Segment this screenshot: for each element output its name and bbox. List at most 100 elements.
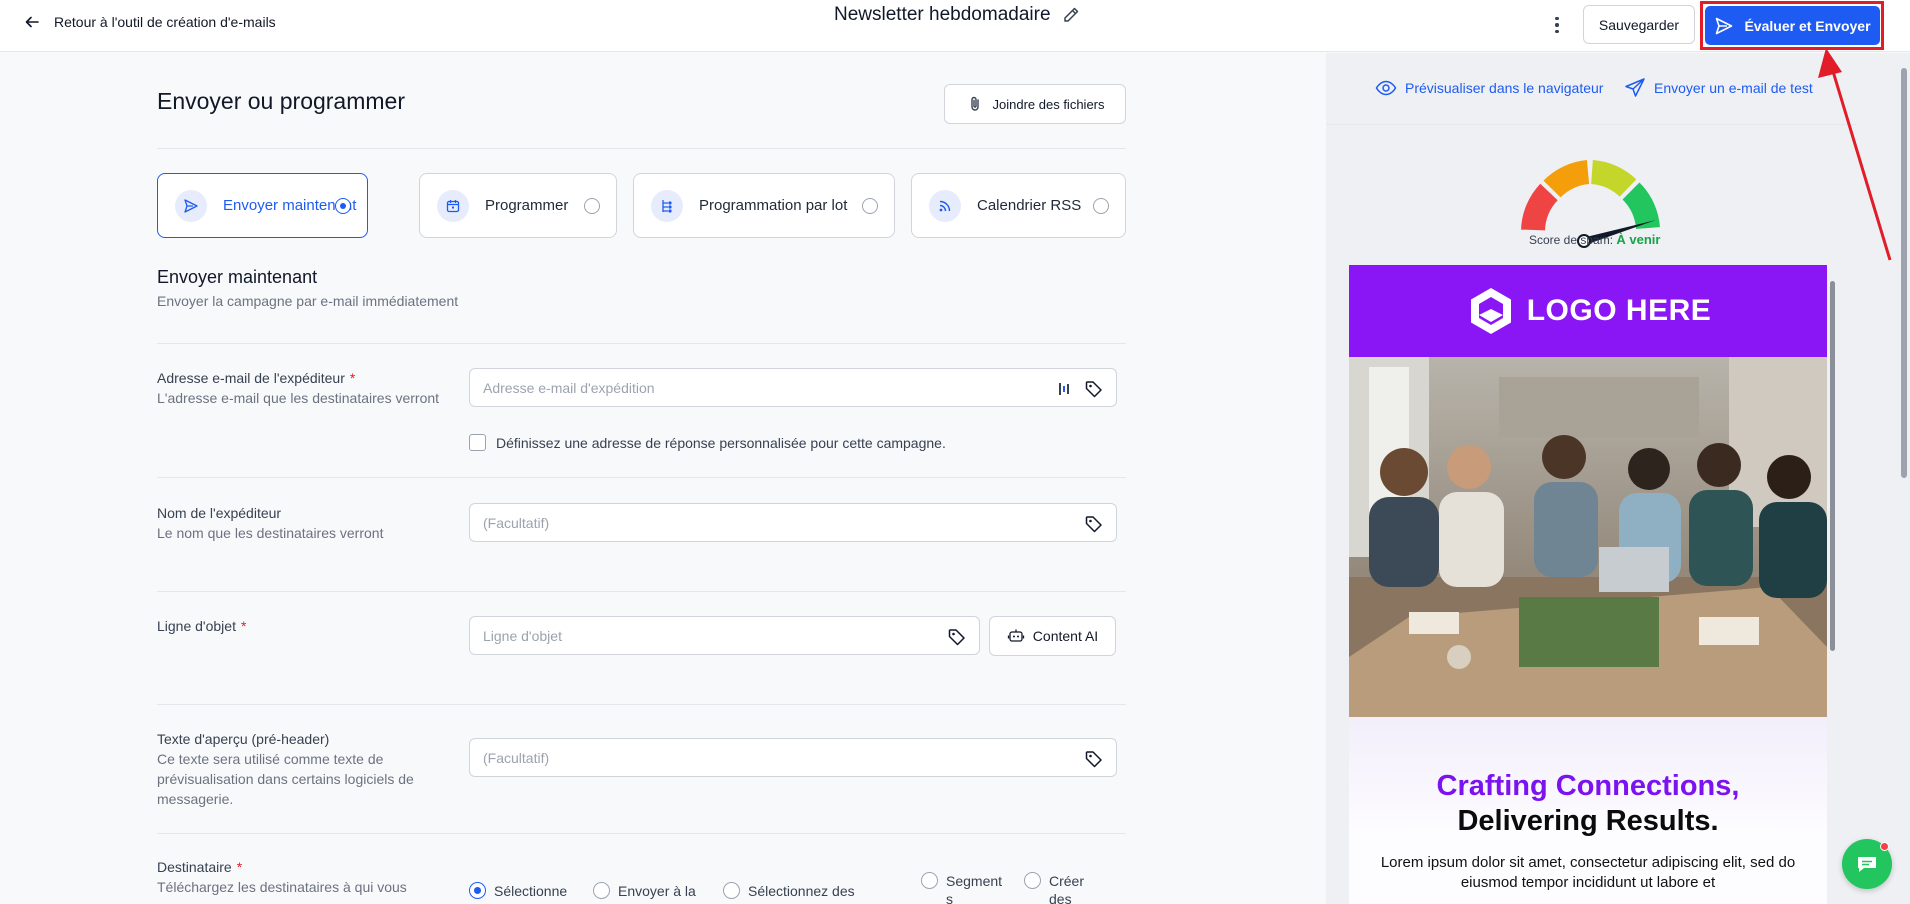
section-title: Envoyer maintenant [157, 267, 318, 287]
sender-email-help: L'adresse e-mail que les destinataires v… [157, 390, 440, 406]
radio-batch-schedule[interactable] [862, 198, 878, 214]
page-scrollbar[interactable] [1898, 53, 1910, 904]
more-options-icon[interactable] [1546, 12, 1568, 38]
back-to-builder-link[interactable]: Retour à l'outil de création d'e-mails [24, 14, 276, 30]
mode-rss-calendar[interactable]: Calendrier RSS [911, 173, 1126, 238]
sender-email-field[interactable]: Adresse e-mail d'expédition [469, 368, 1117, 407]
logo-icon [1470, 288, 1511, 334]
custom-reply-to-row[interactable]: Définissez une adresse de réponse person… [469, 434, 946, 451]
subject-placeholder: Ligne d'objet [483, 627, 562, 644]
custom-reply-to-checkbox[interactable] [469, 434, 486, 451]
tag-icon[interactable] [1084, 749, 1104, 769]
paper-plane-icon [1625, 78, 1645, 97]
recipient-option-segments[interactable]: Segment s [921, 872, 1011, 904]
recipient-option-label: Segment s [946, 873, 1003, 904]
divider [157, 477, 1126, 478]
divider [157, 591, 1126, 592]
mode-label: Programmer [485, 197, 569, 214]
send-icon [175, 189, 207, 222]
spam-score-value: À venir [1616, 232, 1661, 247]
mode-label: Programmation par lot [699, 197, 848, 214]
recipient-label: Destinataire * [157, 859, 243, 875]
sender-email-label: Adresse e-mail de l'expéditeur * [157, 370, 356, 386]
sender-name-field[interactable]: (Facultatif) [469, 503, 1117, 542]
divider [157, 343, 1126, 344]
preheader-help: Ce texte sera utilisé comme texte de pré… [157, 751, 414, 807]
top-bar: Retour à l'outil de création d'e-mails N… [0, 0, 1910, 52]
email-preview-scrollbar[interactable] [1829, 267, 1837, 904]
rss-icon [929, 189, 961, 222]
eye-icon [1375, 80, 1397, 96]
mode-send-now[interactable]: Envoyer maintenant [157, 173, 368, 238]
batch-schedule-icon [651, 189, 683, 222]
save-button[interactable]: Sauvegarder [1583, 5, 1695, 44]
subject-field[interactable]: Ligne d'objet [469, 616, 980, 655]
recipient-option-label: Sélectionnez des [748, 883, 855, 899]
recipient-option-label: Créer des [1049, 873, 1085, 904]
custom-reply-to-label: Définissez une adresse de réponse person… [496, 434, 946, 451]
divider [157, 704, 1126, 705]
sender-name-placeholder: (Facultatif) [483, 514, 550, 531]
sender-email-placeholder: Adresse e-mail d'expédition [483, 379, 655, 396]
paperclip-icon [970, 96, 979, 111]
doc-title: Newsletter hebdomadaire [834, 4, 1051, 25]
section-subtitle: Envoyer la campagne par e-mail immédiate… [157, 293, 459, 309]
mode-schedule[interactable]: Programmer [419, 173, 617, 238]
email-header: LOGO HERE [1349, 265, 1827, 357]
content-ai-button[interactable]: Content AI [989, 616, 1116, 656]
attach-files-label: Joindre des fichiers [992, 96, 1105, 112]
spam-score: Score de spam: À venir [1529, 232, 1661, 247]
pencil-icon[interactable] [1061, 5, 1081, 25]
divider [157, 833, 1126, 834]
recipient-radio[interactable] [593, 882, 610, 899]
chat-icon [1858, 857, 1876, 872]
autofill-icon[interactable] [1058, 381, 1072, 397]
radio-send-now[interactable] [335, 198, 351, 214]
recipient-radio[interactable] [723, 882, 740, 899]
calendar-icon [437, 189, 469, 222]
logo-text: LOGO HERE [1526, 294, 1712, 327]
recipient-option-label: Envoyer à la [618, 883, 696, 899]
divider [157, 148, 1126, 149]
recipient-option-select-lists[interactable]: Sélectionnez des [723, 882, 855, 900]
radio-rss-calendar[interactable] [1093, 198, 1109, 214]
radio-schedule[interactable] [584, 198, 600, 214]
tag-icon[interactable] [1084, 514, 1104, 534]
team-meeting-photo [1349, 357, 1827, 717]
email-headline-2: Delivering Results. [1457, 805, 1719, 837]
content-ai-label: Content AI [1032, 628, 1099, 644]
email-body-text: Lorem ipsum dolor sit amet, consectetur … [1380, 854, 1796, 891]
doc-title-area: Newsletter hebdomadaire [834, 4, 1081, 26]
send-test-email-link[interactable]: Envoyer un e-mail de test [1624, 77, 1813, 99]
recipient-help: Téléchargez les destinataires à qui vous [157, 879, 407, 895]
preview-in-browser-link[interactable]: Prévisualiser dans le navigateur [1375, 77, 1603, 99]
recipient-option-select[interactable]: Sélectionne [469, 882, 567, 900]
send-button-label: Évaluer et Envoyer [1744, 17, 1871, 34]
recipient-radio[interactable] [469, 882, 486, 899]
email-headline-1: Crafting Connections, [1436, 770, 1740, 802]
sender-name-help: Le nom que les destinataires verront [157, 525, 384, 541]
notification-dot [1880, 842, 1889, 851]
sender-name-label: Nom de l'expéditeur [157, 505, 282, 521]
recipient-option-create[interactable]: Créer des [1024, 872, 1104, 904]
arrow-left-icon [25, 16, 39, 28]
page-title: Envoyer ou programmer [157, 88, 405, 114]
tag-icon[interactable] [1084, 379, 1104, 399]
recipient-option-send-to[interactable]: Envoyer à la [593, 882, 696, 900]
recipient-option-label: Sélectionne [494, 883, 568, 899]
preview-in-browser-label: Prévisualiser dans le navigateur [1405, 80, 1604, 96]
mode-batch-schedule[interactable]: Programmation par lot [633, 173, 895, 238]
attach-files-button[interactable]: Joindre des fichiers [944, 84, 1126, 124]
send-icon [1716, 17, 1733, 34]
recipient-radio[interactable] [921, 872, 938, 889]
email-preview-pane: Prévisualiser dans le navigateur Envoyer… [1326, 53, 1910, 904]
back-label: Retour à l'outil de création d'e-mails [54, 14, 276, 30]
robot-icon [1007, 629, 1024, 642]
preheader-field[interactable]: (Facultatif) [469, 738, 1117, 777]
evaluate-and-send-button[interactable]: Évaluer et Envoyer [1705, 6, 1880, 45]
tag-icon[interactable] [947, 627, 967, 647]
recipient-radio[interactable] [1024, 872, 1041, 889]
subject-label: Ligne d'objet * [157, 618, 247, 634]
send-test-email-label: Envoyer un e-mail de test [1654, 80, 1813, 96]
preview-actions: Prévisualiser dans le navigateur Envoyer… [1326, 53, 1856, 125]
